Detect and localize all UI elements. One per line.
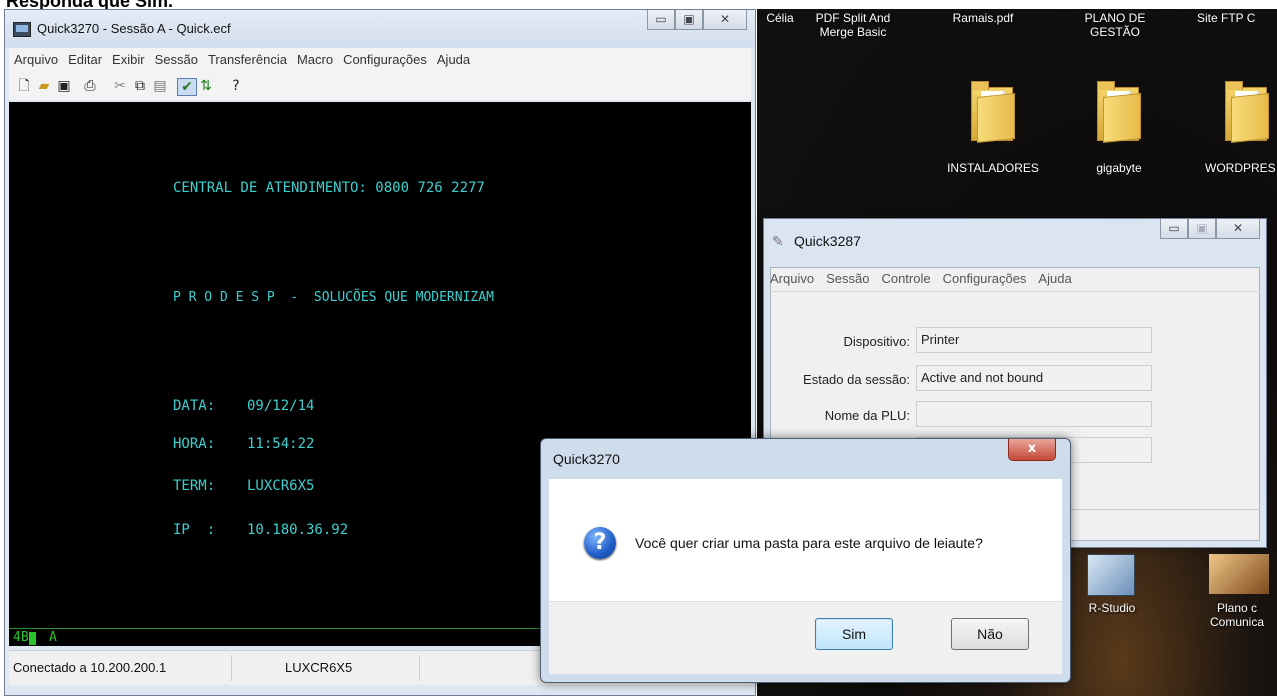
menu-divider: [770, 291, 1260, 292]
plano-icon[interactable]: [1209, 554, 1269, 594]
window-controls: ▭ ▣ ✕: [1160, 219, 1260, 241]
status-connection: Conectado a 10.200.200.1: [13, 660, 167, 675]
oia-cursor: [29, 632, 36, 645]
quick3287-title: Quick3287: [794, 233, 861, 249]
menu-exibir[interactable]: Exibir: [107, 48, 150, 72]
main-window-title: Quick3270 - Sessão A - Quick.ecf: [37, 21, 231, 36]
estado-sessao-label: Estado da sessão:: [803, 372, 910, 387]
open-icon[interactable]: ▰: [35, 78, 53, 94]
menu-ajuda[interactable]: Ajuda: [432, 48, 475, 72]
dispositivo-label: Dispositivo:: [843, 334, 910, 349]
desktop-label-plano-gestao[interactable]: PLANO DE GESTÃO: [1075, 11, 1155, 39]
folder-label-instaladores[interactable]: INSTALADORES: [933, 161, 1053, 175]
folder-icon[interactable]: [971, 81, 1017, 143]
heading-text: Responda que Sim.: [6, 0, 173, 9]
minimize-button[interactable]: ▭: [647, 10, 675, 30]
dialog-title: Quick3270: [553, 451, 620, 467]
save-icon[interactable]: ▣: [55, 78, 73, 94]
ip-label: IP :: [173, 522, 216, 538]
print-icon[interactable]: ⎙: [81, 78, 99, 94]
paste-icon[interactable]: ▤: [151, 78, 169, 94]
menu-controle[interactable]: Controle: [881, 271, 930, 286]
dispositivo-field: Printer: [916, 327, 1152, 353]
quick3287-menubar: Arquivo Sessão Controle Configurações Ajuda: [770, 271, 1084, 286]
question-icon: ?: [584, 527, 616, 559]
menu-arquivo[interactable]: Arquivo: [770, 271, 814, 286]
menu-sessao[interactable]: Sessão: [826, 271, 869, 286]
close-button[interactable]: ✕: [1216, 219, 1260, 239]
desktop-label-celia[interactable]: Célia: [765, 11, 795, 25]
folder-icon[interactable]: [1225, 81, 1271, 143]
hora-value: 11:54:22: [247, 436, 315, 452]
transfer-icon[interactable]: ⇅: [197, 78, 215, 94]
dialog-body: ? Você quer criar uma pasta para este ar…: [549, 479, 1062, 601]
main-toolbar: 🗋 ▰ ▣ ⎙ ✂ ⧉ ▤ ✔ ⇅ ?: [9, 72, 751, 100]
desktop-label-site-ftp[interactable]: Site FTP C: [1197, 11, 1277, 25]
menu-macro[interactable]: Macro: [292, 48, 338, 72]
printer-app-icon: ✎: [772, 234, 784, 250]
no-button[interactable]: Não: [951, 618, 1029, 650]
oia-mode: A: [49, 630, 57, 645]
status-terminal: LUXCR6X5: [285, 660, 353, 675]
term-label: TERM:: [173, 478, 216, 494]
status-separator: [419, 655, 420, 681]
page-heading: Responda que Sim.: [0, 0, 1277, 9]
menu-configuracoes[interactable]: Configurações: [943, 271, 1027, 286]
central-atendimento: CENTRAL DE ATENDIMENTO: 0800 726 2277: [173, 180, 485, 196]
menu-editar[interactable]: Editar: [63, 48, 107, 72]
desktop-label-ramais[interactable]: Ramais.pdf: [943, 11, 1023, 25]
r-studio-icon[interactable]: [1087, 554, 1135, 596]
menu-configuracoes[interactable]: Configurações: [338, 48, 432, 72]
macro-icon[interactable]: ✔: [177, 78, 197, 96]
confirm-dialog: Quick3270 x ? Você quer criar uma pasta …: [540, 438, 1071, 683]
maximize-button[interactable]: ▣: [1188, 219, 1216, 239]
prodesp-banner: P R O D E S P - SOLUCÕES QUE MODERNIZAM: [173, 290, 494, 305]
data-label: DATA:: [173, 398, 216, 414]
menu-sessao[interactable]: Sessão: [150, 48, 203, 72]
folder-label-wordpress[interactable]: WORDPRES: [1205, 161, 1277, 175]
desktop-label-plano-comunica[interactable]: Plano c Comunica: [1197, 601, 1277, 629]
estado-sessao-field: Active and not bound: [916, 365, 1152, 391]
status-separator: [231, 655, 232, 681]
ip-value: 10.180.36.92: [247, 522, 349, 538]
nome-plu-field: [916, 401, 1152, 427]
folder-label-gigabyte[interactable]: gigabyte: [1079, 161, 1159, 175]
terminal-app-icon: [13, 22, 31, 37]
hora-label: HORA:: [173, 436, 216, 452]
menu-ajuda[interactable]: Ajuda: [1038, 271, 1071, 286]
dialog-footer: Sim Não: [549, 601, 1062, 674]
desktop-label-r-studio[interactable]: R-Studio: [1077, 601, 1147, 615]
menu-transferencia[interactable]: Transferência: [203, 48, 292, 72]
folder-icon[interactable]: [1097, 81, 1143, 143]
data-value: 09/12/14: [247, 398, 315, 414]
close-button[interactable]: ✕: [703, 10, 747, 30]
term-value: LUXCR6X5: [247, 478, 315, 494]
cut-icon[interactable]: ✂: [111, 78, 129, 94]
dialog-close-button[interactable]: x: [1008, 439, 1056, 461]
new-icon[interactable]: 🗋: [15, 78, 33, 94]
nome-plu-label: Nome da PLU:: [824, 408, 910, 423]
yes-button[interactable]: Sim: [815, 618, 893, 650]
dialog-message: Você quer criar uma pasta para este arqu…: [635, 535, 983, 551]
maximize-button[interactable]: ▣: [675, 10, 703, 30]
menu-arquivo[interactable]: Arquivo: [9, 48, 63, 72]
oia-session-indicator: 4B: [13, 630, 29, 645]
window-controls: ▭ ▣ ✕: [647, 10, 747, 32]
main-menubar: Arquivo Editar Exibir Sessão Transferência Ma…: [9, 48, 751, 73]
desktop-label-pdf-split[interactable]: PDF Split And Merge Basic: [813, 11, 893, 39]
help-icon[interactable]: ?: [227, 78, 245, 94]
copy-icon[interactable]: ⧉: [131, 78, 149, 94]
main-titlebar[interactable]: Quick3270 - Sessão A - Quick.ecf ▭ ▣ ✕: [5, 10, 755, 48]
minimize-button[interactable]: ▭: [1160, 219, 1188, 239]
